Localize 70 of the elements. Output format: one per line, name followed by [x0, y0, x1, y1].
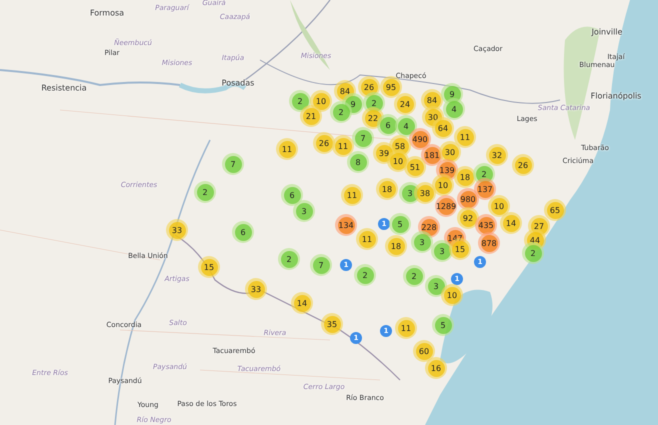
cluster-marker[interactable]: 51 — [404, 156, 426, 178]
cluster-marker[interactable]: 5 — [432, 314, 454, 336]
cluster-marker[interactable]: 10 — [310, 90, 332, 112]
cluster-marker[interactable]: 32 — [486, 144, 508, 166]
cluster-marker[interactable]: 26 — [358, 76, 380, 98]
cluster-marker[interactable]: 26 — [512, 154, 534, 176]
cluster-marker[interactable]: 11 — [332, 135, 354, 157]
cluster-marker[interactable]: 980 — [457, 188, 479, 210]
cluster-marker[interactable]: 7 — [310, 254, 332, 276]
cluster-marker[interactable]: 16 — [425, 357, 447, 379]
cluster-marker[interactable]: 14 — [291, 292, 313, 314]
cluster-marker[interactable]: 60 — [413, 340, 435, 362]
cluster-marker[interactable]: 38 — [414, 182, 436, 204]
place-label: Florianópolis — [590, 92, 642, 100]
cluster-marker[interactable]: 18 — [385, 235, 407, 257]
cluster-marker[interactable]: 84 — [421, 89, 443, 111]
cluster-marker[interactable]: 435 — [475, 214, 497, 236]
cluster-marker[interactable]: 10 — [488, 195, 510, 217]
cluster-marker[interactable]: 30 — [439, 141, 461, 163]
cluster-marker[interactable]: 2 — [289, 90, 311, 112]
cluster-marker[interactable]: 1289 — [435, 195, 457, 217]
cluster-marker[interactable]: 24 — [394, 93, 416, 115]
place-label: Joinville — [592, 28, 622, 36]
cluster-marker[interactable]: 11 — [395, 317, 417, 339]
place-label: Resistencia — [41, 84, 87, 92]
cluster-marker[interactable]: 11 — [454, 126, 476, 148]
cluster-marker[interactable]: 3 — [425, 275, 447, 297]
cluster-marker[interactable]: 18 — [454, 166, 476, 188]
cluster-marker[interactable]: 2 — [330, 101, 352, 123]
cluster-marker[interactable]: 11 — [341, 184, 363, 206]
cluster-marker[interactable]: 10 — [432, 174, 454, 196]
cluster-marker[interactable]: 10 — [441, 284, 463, 306]
cluster-marker[interactable]: 35 — [321, 313, 343, 335]
cluster-marker[interactable]: 14 — [500, 212, 522, 234]
cluster-marker[interactable]: 4 — [443, 98, 465, 120]
cluster-marker[interactable]: 11 — [276, 138, 298, 160]
cluster-marker[interactable]: 6 — [281, 184, 303, 206]
cluster-marker[interactable]: 33 — [166, 219, 188, 241]
cluster-marker[interactable]: 2 — [278, 248, 300, 270]
cluster-marker[interactable]: 878 — [478, 232, 500, 254]
cluster-marker[interactable]: 26 — [313, 132, 335, 154]
cluster-marker[interactable]: 2 — [522, 242, 544, 264]
cluster-marker[interactable]: 2 — [354, 264, 376, 286]
cluster-marker[interactable]: 22 — [362, 107, 384, 129]
cluster-marker[interactable]: 21 — [300, 105, 322, 127]
cluster-marker[interactable]: 65 — [544, 199, 566, 221]
place-label: Formosa — [90, 8, 124, 18]
cluster-marker[interactable]: 92 — [457, 207, 479, 229]
cluster-marker[interactable]: 3 — [293, 200, 315, 222]
cluster-marker[interactable]: 7 — [352, 127, 374, 149]
cluster-marker[interactable]: 15 — [198, 256, 220, 278]
cluster-marker[interactable]: 8 — [347, 151, 369, 173]
cluster-marker[interactable]: 490 — [409, 128, 431, 150]
place-label: Posadas — [222, 78, 254, 88]
cluster-marker[interactable]: 3 — [411, 231, 433, 253]
cluster-marker[interactable]: 3 — [431, 240, 453, 262]
cluster-marker[interactable]: 2 — [403, 265, 425, 287]
cluster-marker[interactable]: 18 — [376, 178, 398, 200]
cluster-marker[interactable]: 4 — [395, 115, 417, 137]
cluster-marker[interactable]: 2 — [194, 181, 216, 203]
cluster-marker[interactable]: 7 — [222, 153, 244, 175]
cluster-marker[interactable]: 33 — [245, 278, 267, 300]
cluster-marker[interactable]: 10 — [387, 150, 409, 172]
cluster-marker[interactable]: 11 — [356, 228, 378, 250]
cluster-marker[interactable]: 6 — [377, 114, 399, 136]
cluster-marker[interactable]: 134 — [335, 214, 357, 236]
cluster-marker[interactable]: 137 — [474, 178, 496, 200]
cluster-marker[interactable]: 5 — [389, 213, 411, 235]
cluster-marker[interactable]: 181 — [421, 144, 443, 166]
cluster-marker[interactable]: 6 — [232, 221, 254, 243]
